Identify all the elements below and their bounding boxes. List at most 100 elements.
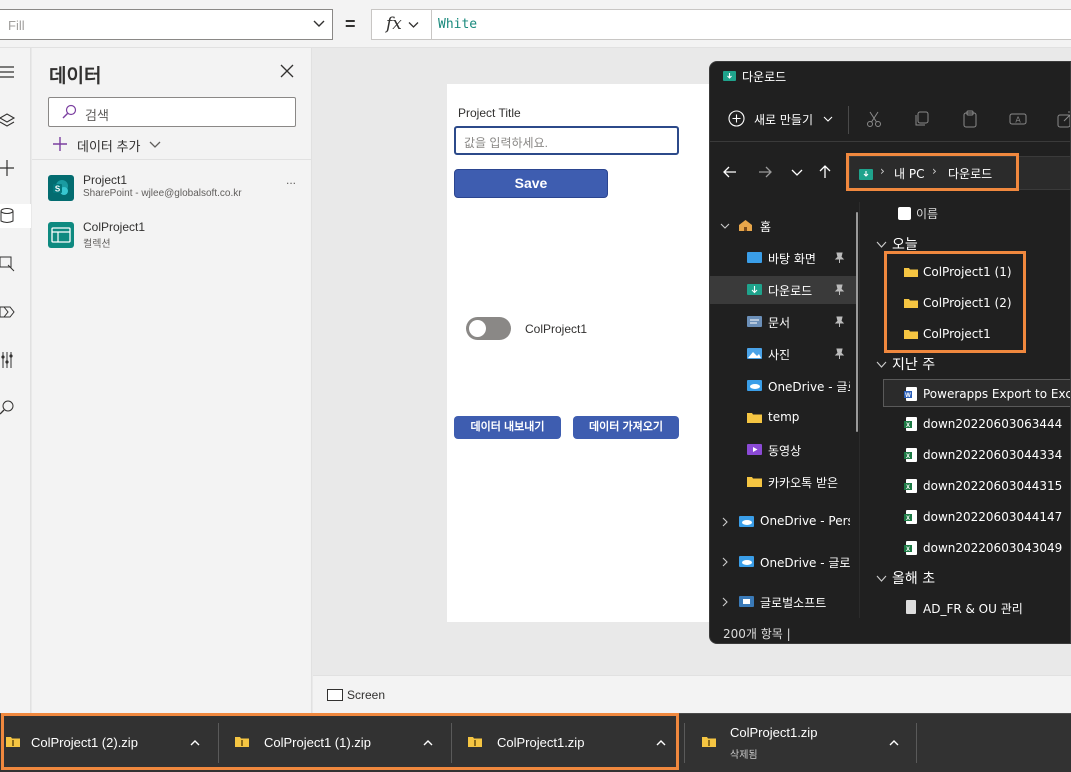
data-source-item[interactable]: S Project1 SharePoint - wjlee@globalsoft… [48,173,310,213]
chevron-down-icon [823,116,833,122]
chevron-up-icon[interactable] [888,737,900,749]
zip-folder-icon [702,737,716,747]
divider [32,159,311,160]
data-source-subtitle: 컬렉션 [83,239,111,250]
svg-text:X: X [906,485,910,491]
project-title-label: Project Title [458,106,521,120]
plus-icon [53,137,67,151]
nav-item-label: 다운로드 [768,284,813,298]
nav-item-globalsoft[interactable]: 글로벌소프트 [710,588,858,616]
pin-icon[interactable] [834,252,845,263]
share-icon[interactable] [1057,110,1071,128]
file-row[interactable]: X down20220603063444 [884,410,1070,438]
more-options-icon[interactable]: ... [286,173,296,187]
search-icon [62,104,77,119]
file-icon [906,600,916,614]
highlight-box [884,251,1026,353]
svg-text:A: A [1015,116,1021,125]
download-name: ColProject1.zip [730,725,818,740]
nav-item-label: 사진 [768,348,791,362]
chevron-down-icon [408,22,419,28]
desktop-icon [747,252,762,263]
chevron-down-icon [876,361,887,368]
sharepoint-icon: S [48,175,74,201]
power-automate-icon[interactable] [0,300,31,324]
nav-item-kakaotalk[interactable]: 카카오톡 받은 [710,468,858,496]
menu-icon[interactable] [0,60,31,84]
copy-icon[interactable] [913,110,931,128]
file-row[interactable]: X down20220603044334 [884,441,1070,469]
explorer-titlebar[interactable]: 다운로드 [710,62,1070,90]
file-row[interactable]: X down20220603043049 [884,534,1070,562]
nav-item-onedrive-global[interactable]: OneDrive - 글로 [710,548,858,576]
nav-item-videos[interactable]: 동영상 [710,436,858,464]
paste-icon[interactable] [961,110,979,128]
file-row[interactable]: W Powerapps Export to Excel [883,379,1070,407]
nav-item-downloads[interactable]: 다운로드 [710,276,858,304]
app-screen[interactable]: Project Title 값을 입력하세요. Save ColProject1… [447,84,747,622]
nav-item-temp[interactable]: temp [710,404,858,432]
data-pane: 데이터 검색 데이터 추가 S Project1 SharePoint - wj… [32,48,312,713]
data-source-subtitle: SharePoint - wjlee@globalsoft.co.kr [83,188,242,199]
pin-icon[interactable] [834,284,845,295]
rename-icon[interactable]: A [1009,110,1027,128]
close-icon[interactable] [279,63,295,79]
data-source-item[interactable]: ColProject1 컬렉션 [48,220,310,260]
chevron-down-icon [720,223,730,229]
svg-text:X: X [906,516,910,522]
select-all-checkbox[interactable] [898,207,911,220]
forward-arrow-icon[interactable] [757,164,773,180]
nav-item-label: 문서 [768,316,791,330]
pin-icon[interactable] [834,348,845,359]
svg-text:X: X [906,454,910,460]
save-button[interactable]: Save [454,169,608,198]
nav-item-onedrive-personal[interactable]: OneDrive - Perso [710,508,858,536]
data-icon[interactable] [0,204,31,228]
media-icon[interactable] [0,252,31,276]
insert-icon[interactable] [0,156,31,180]
fx-button[interactable]: fx [371,9,431,40]
file-row[interactable]: AD_FR & OU 관리 [884,593,1070,618]
nav-item-documents[interactable]: 문서 [710,308,858,336]
up-arrow-icon[interactable] [817,164,833,180]
toggle-knob [469,320,486,337]
file-row[interactable]: X down20220603044147 [884,503,1070,531]
group-label: 올해 초 [892,571,936,587]
back-arrow-icon[interactable] [722,164,738,180]
divider [684,723,685,763]
pin-icon[interactable] [834,316,845,327]
left-rail [0,48,31,713]
nav-item-label: OneDrive - 글로 [768,380,850,394]
nav-item-label: temp [768,410,800,424]
project-title-input[interactable]: 값을 입력하세요. [454,126,679,155]
search-icon[interactable] [0,396,31,420]
tree-view-icon[interactable] [0,108,31,132]
property-dropdown[interactable]: Fill [0,9,333,40]
name-column-header[interactable]: 이름 [916,205,938,222]
excel-icon: X [904,510,917,524]
download-folder-icon [723,71,736,81]
nav-item-desktop[interactable]: 바탕 화면 [710,244,858,272]
download-item[interactable]: ColProject1.zip 삭제됨 [696,714,916,772]
formula-input[interactable]: White [431,9,1071,40]
nav-item-home[interactable]: 홈 [710,212,858,240]
advanced-tools-icon[interactable] [0,348,31,372]
formula-bar: Fill = fx White [0,0,1071,48]
search-input[interactable]: 검색 [48,97,296,127]
nav-item-pictures[interactable]: 사진 [710,340,858,368]
nav-item-label: OneDrive - Perso [760,514,850,528]
recent-locations-icon[interactable] [789,164,805,180]
colproject-toggle[interactable] [466,317,511,340]
screen-label[interactable]: Screen [347,688,385,702]
input-placeholder: 값을 입력하세요. [464,136,548,150]
export-data-button[interactable]: 데이터 내보내기 [454,416,561,439]
chevron-right-icon [722,557,728,567]
onedrive-icon [747,380,762,391]
nav-item-onedrive[interactable]: OneDrive - 글로 [710,372,858,400]
import-data-button[interactable]: 데이터 가져오기 [573,416,679,439]
nav-scrollbar[interactable] [856,212,858,432]
chevron-down-icon [876,241,887,248]
file-row[interactable]: X down20220603044315 [884,472,1070,500]
svg-text:W: W [905,393,911,399]
cut-icon[interactable] [865,110,883,128]
